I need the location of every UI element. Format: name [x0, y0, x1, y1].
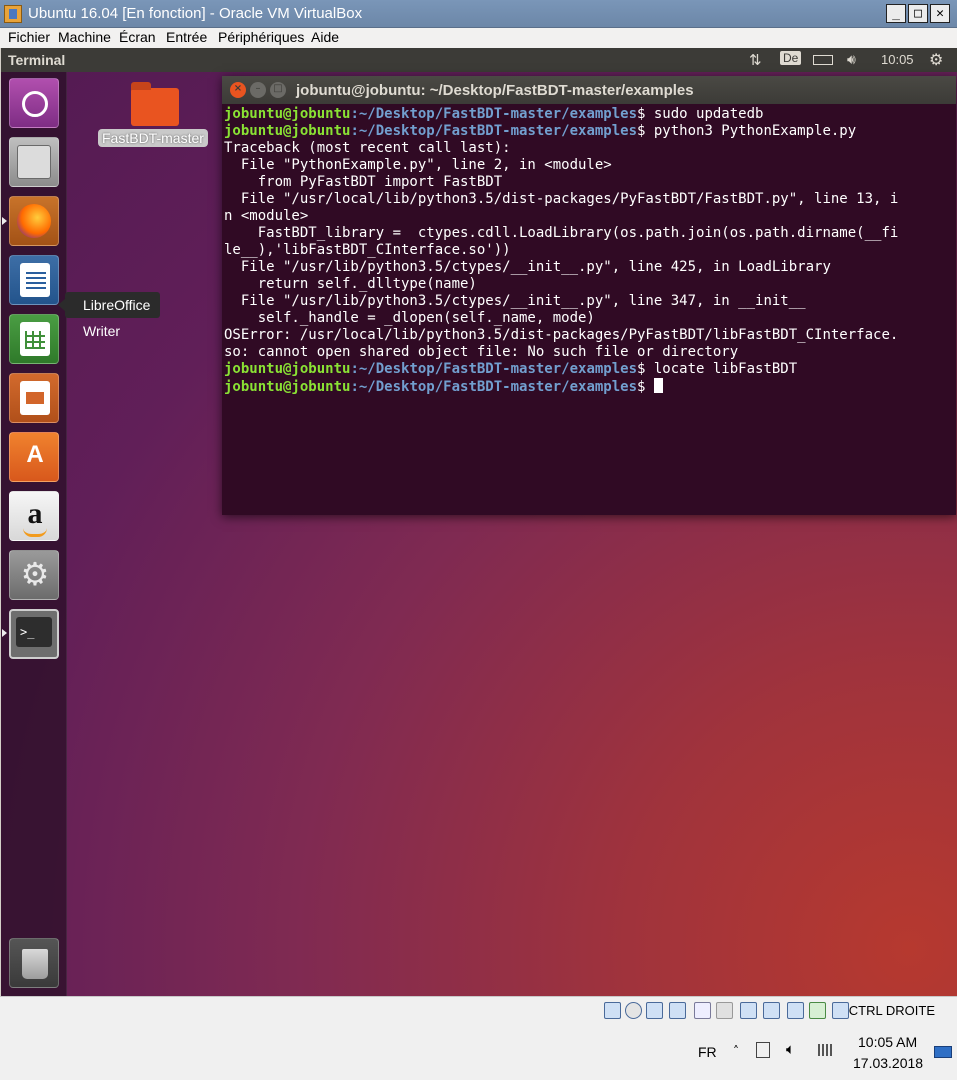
optical-drive-icon[interactable]	[625, 1002, 642, 1019]
device-icon[interactable]	[756, 1042, 770, 1058]
amazon-icon[interactable]: a	[9, 491, 59, 541]
terminal-line: jobuntu@jobuntu:~/Desktop/FastBDT-master…	[224, 378, 952, 396]
host-key-label: CTRL DROITE	[848, 1003, 935, 1018]
menu-aide[interactable]: Aide	[311, 29, 339, 45]
clock[interactable]: 10:05	[881, 52, 914, 67]
vbox-menubar: Fichier Machine Écran Entrée Périphériqu…	[0, 28, 957, 48]
shared-folders-icon[interactable]	[716, 1002, 733, 1019]
terminal-line: jobuntu@jobuntu:~/Desktop/FastBDT-master…	[224, 106, 764, 122]
vbox-titlebar: Ubuntu 16.04 [En fonction] - Oracle VM V…	[0, 0, 957, 28]
dash-home-icon[interactable]	[9, 78, 59, 128]
menu-entree[interactable]: Entrée	[166, 29, 207, 45]
desktop-folder-label[interactable]: FastBDT-master	[98, 129, 208, 147]
network-arrows-icon[interactable]: ⇅	[749, 51, 762, 69]
terminal-running-indicator	[2, 629, 7, 637]
libreoffice-calc-icon[interactable]	[9, 314, 59, 364]
input-language[interactable]: FR	[698, 1044, 717, 1060]
terminal-line: jobuntu@jobuntu:~/Desktop/FastBDT-master…	[224, 361, 798, 377]
keyboard-layout-indicator[interactable]: De	[780, 51, 802, 65]
ubuntu-top-panel: Terminal ⇅ De 🔊︎ 10:05 ⚙	[1, 48, 957, 72]
host-key-arrow-icon[interactable]	[832, 1002, 849, 1019]
terminal-minimize-button[interactable]: –	[250, 82, 266, 98]
windows-taskbar: FR ˄ 🔈︎ 10:05 AM 17.03.2018	[0, 1024, 957, 1080]
terminal-line: Traceback (most recent call last):	[224, 140, 511, 156]
terminal-line: File "/usr/lib/python3.5/ctypes/__init__…	[224, 259, 831, 275]
terminal-line: OSError: /usr/local/lib/python3.5/dist-p…	[224, 327, 899, 343]
network-icon[interactable]	[669, 1002, 686, 1019]
close-button[interactable]: ✕	[930, 4, 950, 23]
terminal-line: File "/usr/local/lib/python3.5/dist-pack…	[224, 191, 899, 207]
files-icon[interactable]	[9, 137, 59, 187]
firefox-icon[interactable]	[9, 196, 59, 246]
unity-launcher: LibreOffice Writer A a ⚙ >_	[1, 72, 161, 996]
mouse-integration-icon[interactable]	[809, 1002, 826, 1019]
active-app-name: Terminal	[8, 52, 66, 68]
menu-machine[interactable]: Machine	[58, 29, 111, 45]
terminal-line: File "PythonExample.py", line 2, in <mod…	[224, 157, 612, 173]
taskbar-time[interactable]: 10:05 AM	[858, 1034, 917, 1050]
display-icon[interactable]	[740, 1002, 757, 1019]
firefox-running-indicator	[2, 217, 7, 225]
vbox-statusbar: CTRL DROITE	[0, 996, 957, 1025]
terminal-line: jobuntu@jobuntu:~/Desktop/FastBDT-master…	[224, 123, 857, 139]
menu-peripheriques[interactable]: Périphériques	[218, 29, 304, 45]
terminal-line: from PyFastBDT import FastBDT	[224, 174, 503, 190]
taskbar-date[interactable]: 17.03.2018	[853, 1055, 923, 1071]
volume-icon[interactable]: 🔊︎	[847, 51, 856, 68]
battery-icon[interactable]	[813, 55, 833, 65]
terminal-line: n <module>	[224, 208, 309, 224]
vbox-window-title: Ubuntu 16.04 [En fonction] - Oracle VM V…	[28, 5, 363, 22]
menu-fichier[interactable]: Fichier	[8, 29, 50, 45]
minimize-button[interactable]: _	[886, 4, 906, 23]
terminal-close-button[interactable]: ×	[230, 82, 246, 98]
speaker-icon[interactable]: 🔈︎	[786, 1040, 795, 1058]
menu-ecran[interactable]: Écran	[119, 29, 156, 45]
cpu-icon[interactable]	[787, 1002, 804, 1019]
terminal-line: so: cannot open shared object file: No s…	[224, 344, 739, 360]
gear-icon[interactable]: ⚙	[929, 50, 943, 70]
hard-disk-icon[interactable]	[604, 1002, 621, 1019]
terminal-output[interactable]: jobuntu@jobuntu:~/Desktop/FastBDT-master…	[224, 106, 952, 396]
terminal-titlebar[interactable]: × – □ jobuntu@jobuntu: ~/Desktop/FastBDT…	[222, 76, 956, 104]
signal-icon[interactable]	[818, 1044, 834, 1056]
terminal-line: FastBDT_library = ctypes.cdll.LoadLibrar…	[224, 225, 899, 241]
maximize-button[interactable]: □	[908, 4, 928, 23]
terminal-cursor	[653, 378, 663, 393]
launcher-tooltip: LibreOffice Writer	[57, 292, 161, 339]
terminal-title: jobuntu@jobuntu: ~/Desktop/FastBDT-maste…	[296, 82, 694, 99]
libreoffice-impress-icon[interactable]	[9, 373, 59, 423]
terminal-line: File "/usr/lib/python3.5/ctypes/__init__…	[224, 293, 806, 309]
terminal-window[interactable]: × – □ jobuntu@jobuntu: ~/Desktop/FastBDT…	[222, 76, 956, 515]
virtualbox-logo-icon	[4, 5, 22, 23]
show-desktop-icon[interactable]	[934, 1046, 952, 1058]
ubuntu-software-icon[interactable]: A	[9, 432, 59, 482]
terminal-line: self._handle = _dlopen(self._name, mode)	[224, 310, 595, 326]
video-capture-icon[interactable]	[763, 1002, 780, 1019]
audio-icon[interactable]	[646, 1002, 663, 1019]
system-settings-icon[interactable]: ⚙	[9, 550, 59, 600]
libreoffice-writer-icon[interactable]	[9, 255, 59, 305]
terminal-maximize-button[interactable]: □	[270, 82, 286, 98]
terminal-icon[interactable]: >_	[9, 609, 59, 659]
chevron-up-icon[interactable]: ˄	[733, 1044, 739, 1058]
guest-screen: Terminal ⇅ De 🔊︎ 10:05 ⚙ LibreOffice Wri…	[1, 48, 957, 996]
terminal-line: le__),'libFastBDT_CInterface.so'))	[224, 242, 511, 258]
terminal-line: return self._dlltype(name)	[224, 276, 477, 292]
trash-icon[interactable]	[9, 938, 59, 988]
usb-icon[interactable]	[694, 1002, 711, 1019]
folder-icon[interactable]	[131, 82, 179, 126]
